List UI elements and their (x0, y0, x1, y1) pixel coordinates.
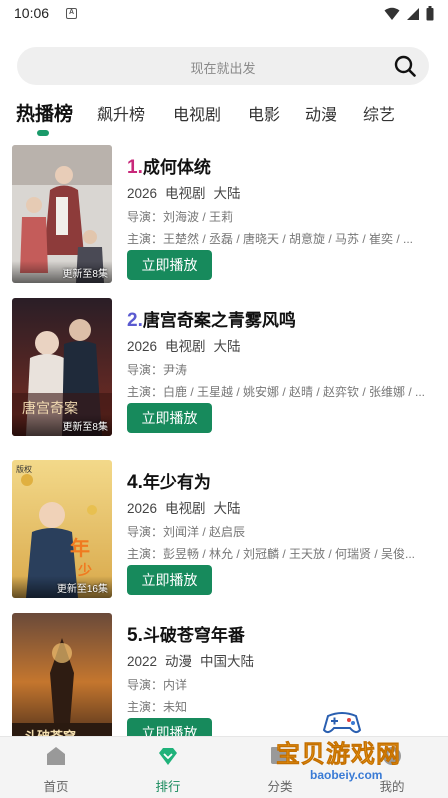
play-now-button[interactable]: 立即播放 (127, 403, 212, 433)
search-bar[interactable]: 现在就出发 (17, 47, 429, 85)
item-meta: 2026 电视剧 大陆 (127, 501, 241, 516)
tab-tv[interactable]: 电视剧 (173, 101, 221, 125)
ranking-icon (159, 748, 177, 765)
item-title: 4.年少有为 (127, 472, 211, 493)
episode-badge: 更新至8集 (62, 269, 108, 280)
signal-icon (407, 7, 419, 20)
item-director: 导演：刘海波 / 王莉 (127, 210, 234, 224)
list-item[interactable]: 唐宫奇案 更新至8集 2.唐宫奇案之青雾风鸣 2026 电视剧 大陆 导演：尹涛 主… (12, 298, 442, 438)
tab-rising[interactable]: 飙升榜 (97, 101, 145, 125)
poster-image[interactable]: 斗破苍穹 (12, 613, 112, 751)
list-item[interactable]: 年 少 版权 更新至16集 4.年少有为 2026 电视剧 大陆 导演：刘闻洋 / … (12, 460, 442, 600)
item-meta: 2026 电视剧 大陆 (127, 186, 241, 201)
category-tabs: 热播榜 飙升榜 电视剧 电影 动漫 综艺 (0, 97, 448, 137)
tab-variety[interactable]: 综艺 (363, 101, 395, 125)
poster-image[interactable]: 年 少 版权 更新至16集 (12, 460, 112, 598)
item-director: 导演：刘闻洋 / 赵启辰 (127, 525, 246, 539)
active-tab-indicator (37, 130, 49, 136)
gamepad-icon (322, 712, 362, 734)
poster-art: 斗破苍穹 (12, 613, 112, 751)
item-title: 1.成何体统 (127, 157, 211, 178)
svg-text:版权: 版权 (16, 464, 32, 474)
watermark-text: 宝贝游戏网 (276, 741, 401, 769)
site-watermark: 宝贝游戏网 baobeiy.com (270, 708, 440, 798)
tab-hot[interactable]: 热播榜 (16, 99, 73, 126)
rank-number: 2. (127, 310, 143, 331)
nav-home[interactable]: 首页 (16, 745, 96, 795)
rank-number: 1. (127, 157, 143, 178)
item-director: 导演：内详 (127, 678, 188, 692)
play-now-button[interactable]: 立即播放 (127, 565, 212, 595)
nav-ranking-label: 排行 (155, 780, 181, 794)
item-meta: 2022 动漫 中国大陆 (127, 654, 255, 669)
poster-image[interactable]: 更新至8集 (12, 145, 112, 283)
wifi-icon (384, 7, 400, 20)
poster-image[interactable]: 唐宫奇案 更新至8集 (12, 298, 112, 436)
rank-number: 5. (127, 625, 143, 646)
item-meta: 2026 电视剧 大陆 (127, 339, 241, 354)
list-item[interactable]: 更新至8集 1.成何体统 2026 电视剧 大陆 导演：刘海波 / 王莉 主演：王楚… (12, 145, 442, 285)
search-icon[interactable] (394, 55, 416, 77)
rank-number: 4. (127, 472, 143, 493)
item-cast: 主演：王楚然 / 丞磊 / 唐晓天 / 胡意旋 / 马苏 / 崔奕 / ... (127, 232, 414, 246)
clock: 10:06 (14, 5, 50, 21)
notification-icon: A (66, 8, 77, 19)
nav-home-label: 首页 (43, 780, 69, 794)
nav-ranking[interactable]: 排行 (128, 745, 208, 795)
item-director: 导演：尹涛 (127, 363, 188, 377)
episode-badge: 更新至8集 (62, 422, 108, 433)
watermark-domain: baobeiy.com (310, 768, 383, 782)
status-icons (384, 6, 434, 21)
tab-movie[interactable]: 电影 (248, 101, 280, 125)
svg-text:年: 年 (70, 536, 90, 560)
item-cast: 主演：白鹿 / 王星越 / 姚安娜 / 赵晴 / 赵弈钦 / 张维娜 / ... (127, 385, 426, 399)
tab-anime[interactable]: 动漫 (305, 101, 337, 125)
item-cast: 主演：彭昱畅 / 林允 / 刘冠麟 / 王天放 / 何瑞贤 / 吴俊... (127, 547, 416, 561)
search-placeholder: 现在就出发 (190, 61, 256, 76)
home-icon (47, 747, 65, 765)
battery-icon (426, 6, 434, 21)
item-title: 5.斗破苍穹年番 (127, 625, 245, 646)
episode-badge: 更新至16集 (56, 584, 108, 595)
play-now-button[interactable]: 立即播放 (127, 250, 212, 280)
item-title: 2.唐宫奇案之青雾风鸣 (127, 310, 296, 331)
status-bar: 10:06 A (0, 0, 448, 28)
